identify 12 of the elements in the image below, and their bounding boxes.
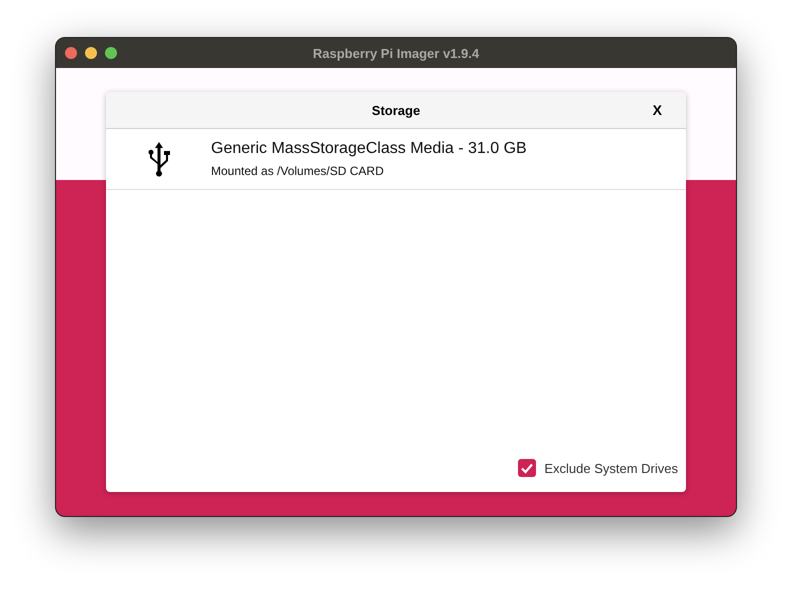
checkbox-label: Exclude System Drives <box>544 460 678 476</box>
window-title: Raspberry Pi Imager v1.9.4 <box>312 46 480 60</box>
maximize-window-button[interactable] <box>105 47 117 59</box>
usb-icon <box>146 141 172 177</box>
device-name: Generic MassStorageClass Media - 31.0 GB <box>211 140 527 158</box>
device-mount-path: Mounted as /Volumes/SD CARD <box>211 164 385 178</box>
checkbox[interactable] <box>518 459 536 477</box>
close-button[interactable]: X <box>648 100 666 120</box>
close-window-button[interactable] <box>65 47 77 59</box>
dialog-title: Storage <box>372 102 420 118</box>
minimize-window-button[interactable] <box>85 47 97 59</box>
device-item[interactable]: Generic MassStorageClass Media - 31.0 GB Mounted as /Volumes/SD CARD <box>106 129 686 190</box>
